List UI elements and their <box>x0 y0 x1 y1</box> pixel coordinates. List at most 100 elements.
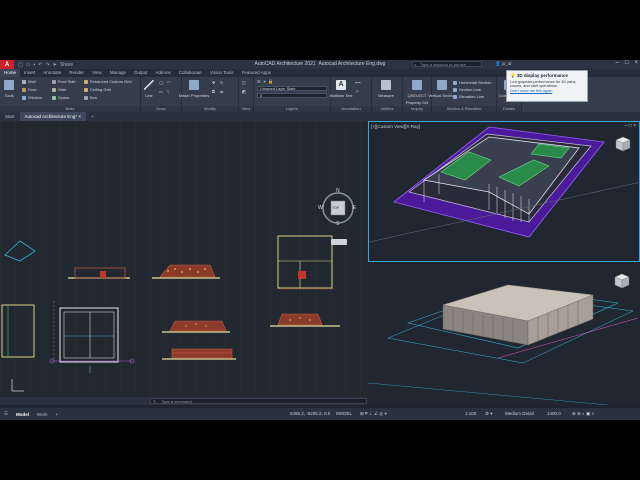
compass-south[interactable]: S <box>336 221 339 227</box>
tab-view[interactable]: View <box>88 69 106 77</box>
window-title: AutoCAD Architecture 2021 Autocad Archit… <box>254 61 386 67</box>
viewcube-top-face[interactable]: TOP <box>332 206 339 210</box>
dont-show-again-link[interactable]: Don't show me this again <box>510 89 584 93</box>
rectangle-icon[interactable]: ▭ <box>159 89 163 94</box>
viewport-xray[interactable]: [+][Custom View][X-Ray] – □ × <box>368 121 640 262</box>
viewcube-3d-bottom[interactable] <box>614 273 630 289</box>
user-account[interactable]: 👤 jo_al <box>495 61 511 67</box>
elevation-line-button[interactable]: Elevation Line <box>453 94 484 99</box>
tab-add-ins[interactable]: Add-ins <box>152 69 175 77</box>
tools-button[interactable]: Tools <box>3 80 15 98</box>
rotate-icon[interactable]: ↻ <box>220 80 223 85</box>
share-icon[interactable]: ➤ <box>53 62 57 68</box>
tab-vision-tools[interactable]: Vision Tools <box>206 69 238 77</box>
space-icon <box>52 95 56 100</box>
tab-insert[interactable]: Insert <box>20 69 39 77</box>
stair-button[interactable]: Stair <box>52 87 66 92</box>
panel-modify: Match Properties ✥ ↻ ⧉ ⇋ Modify <box>179 77 239 112</box>
space-button[interactable]: Space <box>52 95 69 100</box>
qselect-button[interactable]: QSELECT Property Set <box>406 80 428 105</box>
tab-work[interactable]: Work <box>33 412 51 417</box>
display-configuration[interactable]: Medium Detail <box>505 411 534 416</box>
viewport-minimize-icon[interactable]: – <box>624 123 627 129</box>
maximize-icon[interactable]: □ <box>625 60 629 66</box>
snap-grid-icons[interactable]: ⊞ ⌗ ⊥ ∠ ◎ ⌖ <box>360 411 387 417</box>
compass-west[interactable]: W <box>318 205 323 211</box>
visual-style-icon[interactable]: ◩ <box>242 89 246 94</box>
xray-model <box>368 126 640 243</box>
panel-draw: Line ◯ ◠ ▭ ⌇ Draw <box>141 77 182 112</box>
viewport-close-icon[interactable]: × <box>633 123 636 129</box>
viewcube-3d[interactable] <box>615 136 631 152</box>
section-line-button[interactable]: Section Line <box>453 87 481 92</box>
workspace-icons[interactable]: ⚙ ▾ <box>485 411 493 417</box>
wall-icon <box>22 79 26 84</box>
tab-render[interactable]: Render <box>65 69 88 77</box>
tab-featured-apps[interactable]: Featured Apps <box>238 69 275 77</box>
tab-start[interactable]: Start <box>0 112 20 121</box>
copy-icon[interactable]: ⧉ <box>212 89 215 94</box>
window-button[interactable]: Window <box>22 95 42 100</box>
tab-collaborate[interactable]: Collaborate <box>175 69 206 77</box>
model-space-toggle[interactable]: MODEL <box>336 411 352 416</box>
open-icon[interactable]: ▭ <box>26 62 31 68</box>
line-button[interactable]: Line <box>144 80 154 98</box>
new-tab-button[interactable]: + <box>86 112 99 121</box>
enhanced-custom-grid-button[interactable]: Enhanced Custom Grid <box>84 79 132 84</box>
layer-freeze-icon[interactable]: ☀ <box>263 79 267 84</box>
viewport-label[interactable]: [+][Custom View][X-Ray] <box>371 124 420 129</box>
viewport-3d[interactable] <box>367 263 640 406</box>
undo-icon[interactable]: ↶ <box>38 62 42 68</box>
box-button[interactable]: Box <box>84 95 97 100</box>
measure-button[interactable]: Measure <box>375 80 397 98</box>
wcs-menu[interactable] <box>331 239 347 245</box>
viewport-restore-icon[interactable]: □ <box>629 123 632 129</box>
leader-icon[interactable]: ↗ <box>355 89 358 94</box>
tab-annotate[interactable]: Annotate <box>39 69 65 77</box>
menu-icon[interactable]: ☰ <box>0 411 12 417</box>
arc-icon[interactable]: ◠ <box>167 80 171 85</box>
mirror-icon[interactable]: ⇋ <box>220 89 223 94</box>
share-label[interactable]: Share <box>60 62 73 68</box>
cut-plane[interactable]: 1400.0 <box>547 411 561 416</box>
tab-model[interactable]: Model <box>12 412 33 417</box>
compass-north[interactable]: N <box>336 188 340 194</box>
layer-state-dropdown[interactable]: Unsaved Layer State <box>257 86 327 91</box>
application-menu-button[interactable]: A <box>0 60 14 69</box>
layer-properties-icon[interactable]: ☰ <box>257 79 261 84</box>
status-tray-icons[interactable]: ⊕ ⊕ ◐ ▣ ≡ <box>572 411 594 417</box>
horizontal-section-button[interactable]: Horizontal Section <box>453 80 491 85</box>
tab-manage[interactable]: Manage <box>106 69 130 77</box>
tab-document[interactable]: Autocad Architecture Eng* × <box>19 112 86 121</box>
move-icon[interactable]: ✥ <box>212 80 215 85</box>
ceiling-grid-button[interactable]: Ceiling Grid <box>84 87 111 92</box>
circle-icon[interactable]: ◯ <box>159 80 163 85</box>
vertical-section-button[interactable]: Vertical Section <box>428 80 456 98</box>
tab-home[interactable]: Home <box>0 69 21 77</box>
tab-output[interactable]: Output <box>130 69 152 77</box>
viewcube[interactable]: N S W E TOP <box>318 188 358 228</box>
match-properties-button[interactable]: Match Properties <box>179 80 209 98</box>
view-icon[interactable]: ◫ <box>242 80 246 85</box>
dimension-icon[interactable]: ⟷ <box>355 80 361 85</box>
minimize-icon[interactable]: – <box>616 60 619 66</box>
add-layout-button[interactable]: + <box>51 412 62 417</box>
save-icon[interactable]: ▪ <box>33 62 35 68</box>
door-button[interactable]: Door <box>22 87 37 92</box>
close-icon[interactable]: × <box>634 60 638 66</box>
search-input[interactable]: ⌕ Type a keyword or phrase <box>412 61 482 67</box>
compass-east[interactable]: E <box>353 205 356 211</box>
redo-icon[interactable]: ↷ <box>45 62 49 68</box>
command-input[interactable]: ✎ Type a command <box>150 398 367 404</box>
layer-lock-icon[interactable]: 🔓 <box>268 79 273 84</box>
drawing-area[interactable]: N S W E TOP [+][Custom View][X-Ray] – □ … <box>0 121 640 406</box>
current-layer-dropdown[interactable]: 0 <box>257 93 327 98</box>
multiline-text-button[interactable]: A Multiline Text <box>329 80 353 98</box>
polyline-icon[interactable]: ⌇ <box>167 89 169 94</box>
panel-layers: ☰ ☀ 🔓 Unsaved Layer State 0 Layers <box>254 77 331 112</box>
roof-slab-button[interactable]: Roof Slab <box>52 79 76 84</box>
annotation-scale[interactable]: 1:100 <box>465 411 476 416</box>
viewport-plan[interactable]: N S W E TOP <box>0 121 367 405</box>
wall-button[interactable]: Wall <box>22 79 36 84</box>
new-icon[interactable]: ▢ <box>18 62 23 68</box>
